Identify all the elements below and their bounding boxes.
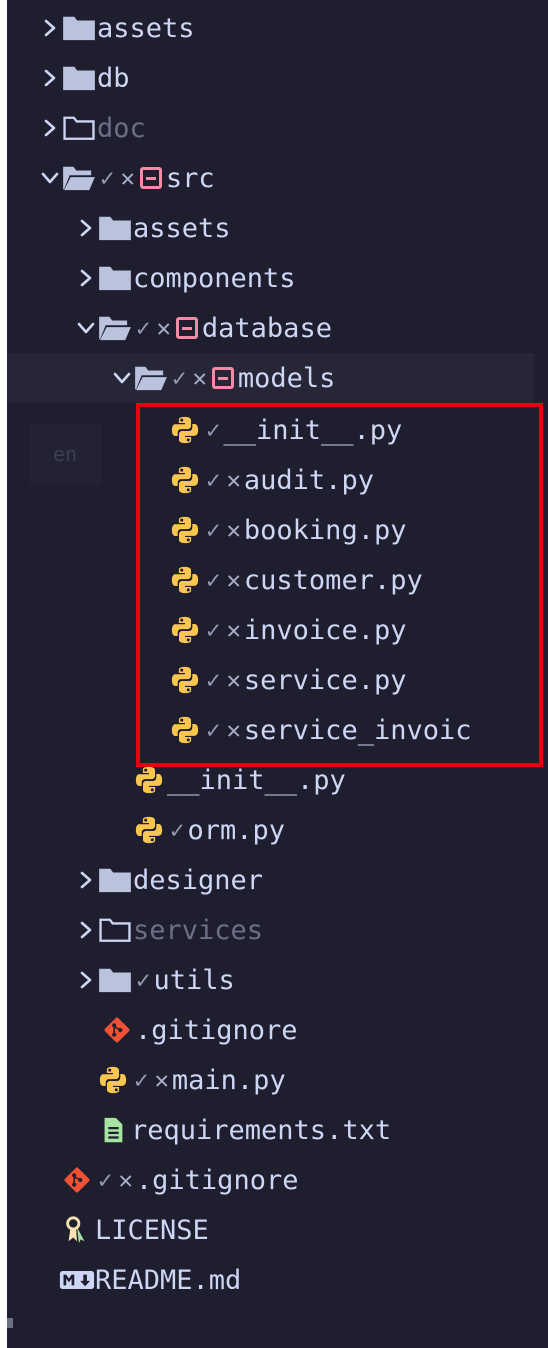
tree-item-label: assets bbox=[133, 212, 231, 244]
tree-item-doc[interactable]: doc bbox=[7, 103, 548, 153]
tree-item-src[interactable]: ✓ ✕ src bbox=[7, 153, 548, 203]
tree-item-label: services bbox=[133, 914, 264, 946]
tree-item-label: __init__.py bbox=[167, 764, 346, 796]
cross-mark-icon: ✕ bbox=[118, 1166, 133, 1194]
tree-item-src-assets[interactable]: assets bbox=[7, 203, 548, 253]
tree-item-label: components bbox=[133, 262, 296, 294]
check-mark-icon: ✓ bbox=[136, 966, 151, 994]
chevron-right-icon[interactable] bbox=[75, 920, 97, 940]
tree-item-label: designer bbox=[133, 864, 264, 896]
folder-open-icon bbox=[97, 310, 133, 346]
check-mark-icon: ✓ bbox=[100, 164, 115, 192]
tree-item-label: db bbox=[97, 62, 130, 94]
folder-icon bbox=[97, 210, 133, 246]
chevron-right-icon[interactable] bbox=[75, 268, 97, 288]
chevron-right-icon[interactable] bbox=[39, 68, 61, 88]
cross-mark-icon: ✕ bbox=[120, 164, 135, 192]
chevron-right-icon[interactable] bbox=[39, 118, 61, 138]
chevron-down-icon[interactable] bbox=[111, 368, 133, 388]
tree-item-database[interactable]: ✓ ✕ database bbox=[7, 303, 548, 353]
file-explorer: en assets db doc ✓ ✕ src assets componen… bbox=[7, 0, 548, 1348]
git-icon bbox=[59, 1162, 95, 1198]
tree-item-label: database bbox=[201, 312, 332, 344]
tree-item-models[interactable]: ✓ ✕ models bbox=[7, 353, 534, 403]
check-mark-icon: ✓ bbox=[172, 364, 187, 392]
folder-open-icon bbox=[61, 160, 97, 196]
folder-icon bbox=[97, 260, 133, 296]
tree-item-label: .gitignore bbox=[135, 1164, 299, 1196]
tree-item-label: README.md bbox=[95, 1264, 242, 1296]
check-mark-icon: ✓ bbox=[136, 314, 151, 342]
folder-open-icon bbox=[133, 360, 169, 396]
tree-item-src-gitignore[interactable]: .gitignore bbox=[7, 1005, 548, 1055]
tree-item-root-gitignore[interactable]: ✓ ✕ .gitignore bbox=[7, 1155, 548, 1205]
folder-icon bbox=[97, 962, 133, 998]
cross-mark-icon: ✕ bbox=[156, 314, 171, 342]
tree-item-assets[interactable]: assets bbox=[7, 3, 548, 53]
scroll-indicator bbox=[7, 1318, 13, 1328]
tree-item-license[interactable]: LICENSE bbox=[7, 1205, 548, 1255]
tree-item-label: models bbox=[237, 362, 336, 394]
license-icon bbox=[59, 1212, 95, 1248]
tree-item-orm[interactable]: ✓ orm.py bbox=[7, 805, 548, 855]
chevron-right-icon[interactable] bbox=[75, 870, 97, 890]
tree-item-label: doc bbox=[97, 112, 146, 144]
tree-item-components[interactable]: components bbox=[7, 253, 548, 303]
folder-outline-icon bbox=[97, 912, 133, 948]
chevron-right-icon[interactable] bbox=[39, 18, 61, 38]
conflict-icon bbox=[211, 367, 234, 389]
cross-mark-icon: ✕ bbox=[192, 364, 207, 392]
check-mark-icon: ✓ bbox=[134, 1066, 149, 1094]
markdown-icon bbox=[59, 1262, 95, 1298]
tree-item-requirements[interactable]: requirements.txt bbox=[7, 1105, 548, 1155]
tree-item-db[interactable]: db bbox=[7, 53, 548, 103]
tree-item-database-init[interactable]: __init__.py bbox=[7, 755, 548, 805]
tree-item-label: assets bbox=[97, 12, 195, 44]
tree-item-main[interactable]: ✓ ✕ main.py bbox=[7, 1055, 548, 1105]
tree-item-designer[interactable]: designer bbox=[7, 855, 548, 905]
highlight-box bbox=[136, 403, 543, 767]
conflict-icon bbox=[175, 317, 198, 339]
text-file-icon bbox=[95, 1112, 131, 1148]
tree-item-label: requirements.txt bbox=[131, 1114, 392, 1146]
folder-icon bbox=[61, 60, 97, 96]
folder-icon bbox=[97, 862, 133, 898]
chevron-right-icon[interactable] bbox=[75, 970, 97, 990]
tree-item-label: LICENSE bbox=[95, 1214, 209, 1246]
tree-item-label: orm.py bbox=[187, 814, 285, 846]
folder-icon bbox=[61, 10, 97, 46]
chevron-right-icon[interactable] bbox=[75, 218, 97, 238]
tree-item-label: src bbox=[165, 162, 215, 194]
tree-item-readme[interactable]: README.md bbox=[7, 1255, 548, 1305]
tree-item-label: utils bbox=[153, 964, 235, 996]
python-icon bbox=[131, 762, 167, 798]
git-icon bbox=[99, 1012, 135, 1048]
tree-item-label: main.py bbox=[171, 1064, 286, 1096]
check-mark-icon: ✓ bbox=[170, 816, 185, 844]
python-icon bbox=[131, 812, 167, 848]
tree-item-label: .gitignore bbox=[135, 1014, 298, 1046]
python-icon bbox=[95, 1062, 131, 1098]
cross-mark-icon: ✕ bbox=[154, 1066, 169, 1094]
check-mark-icon: ✓ bbox=[98, 1166, 113, 1194]
tree-item-utils[interactable]: ✓ utils bbox=[7, 955, 548, 1005]
tree-item-services[interactable]: services bbox=[7, 905, 548, 955]
folder-outline-icon bbox=[61, 110, 97, 146]
conflict-icon bbox=[139, 167, 162, 189]
chevron-down-icon[interactable] bbox=[39, 168, 61, 188]
chevron-down-icon[interactable] bbox=[75, 318, 97, 338]
